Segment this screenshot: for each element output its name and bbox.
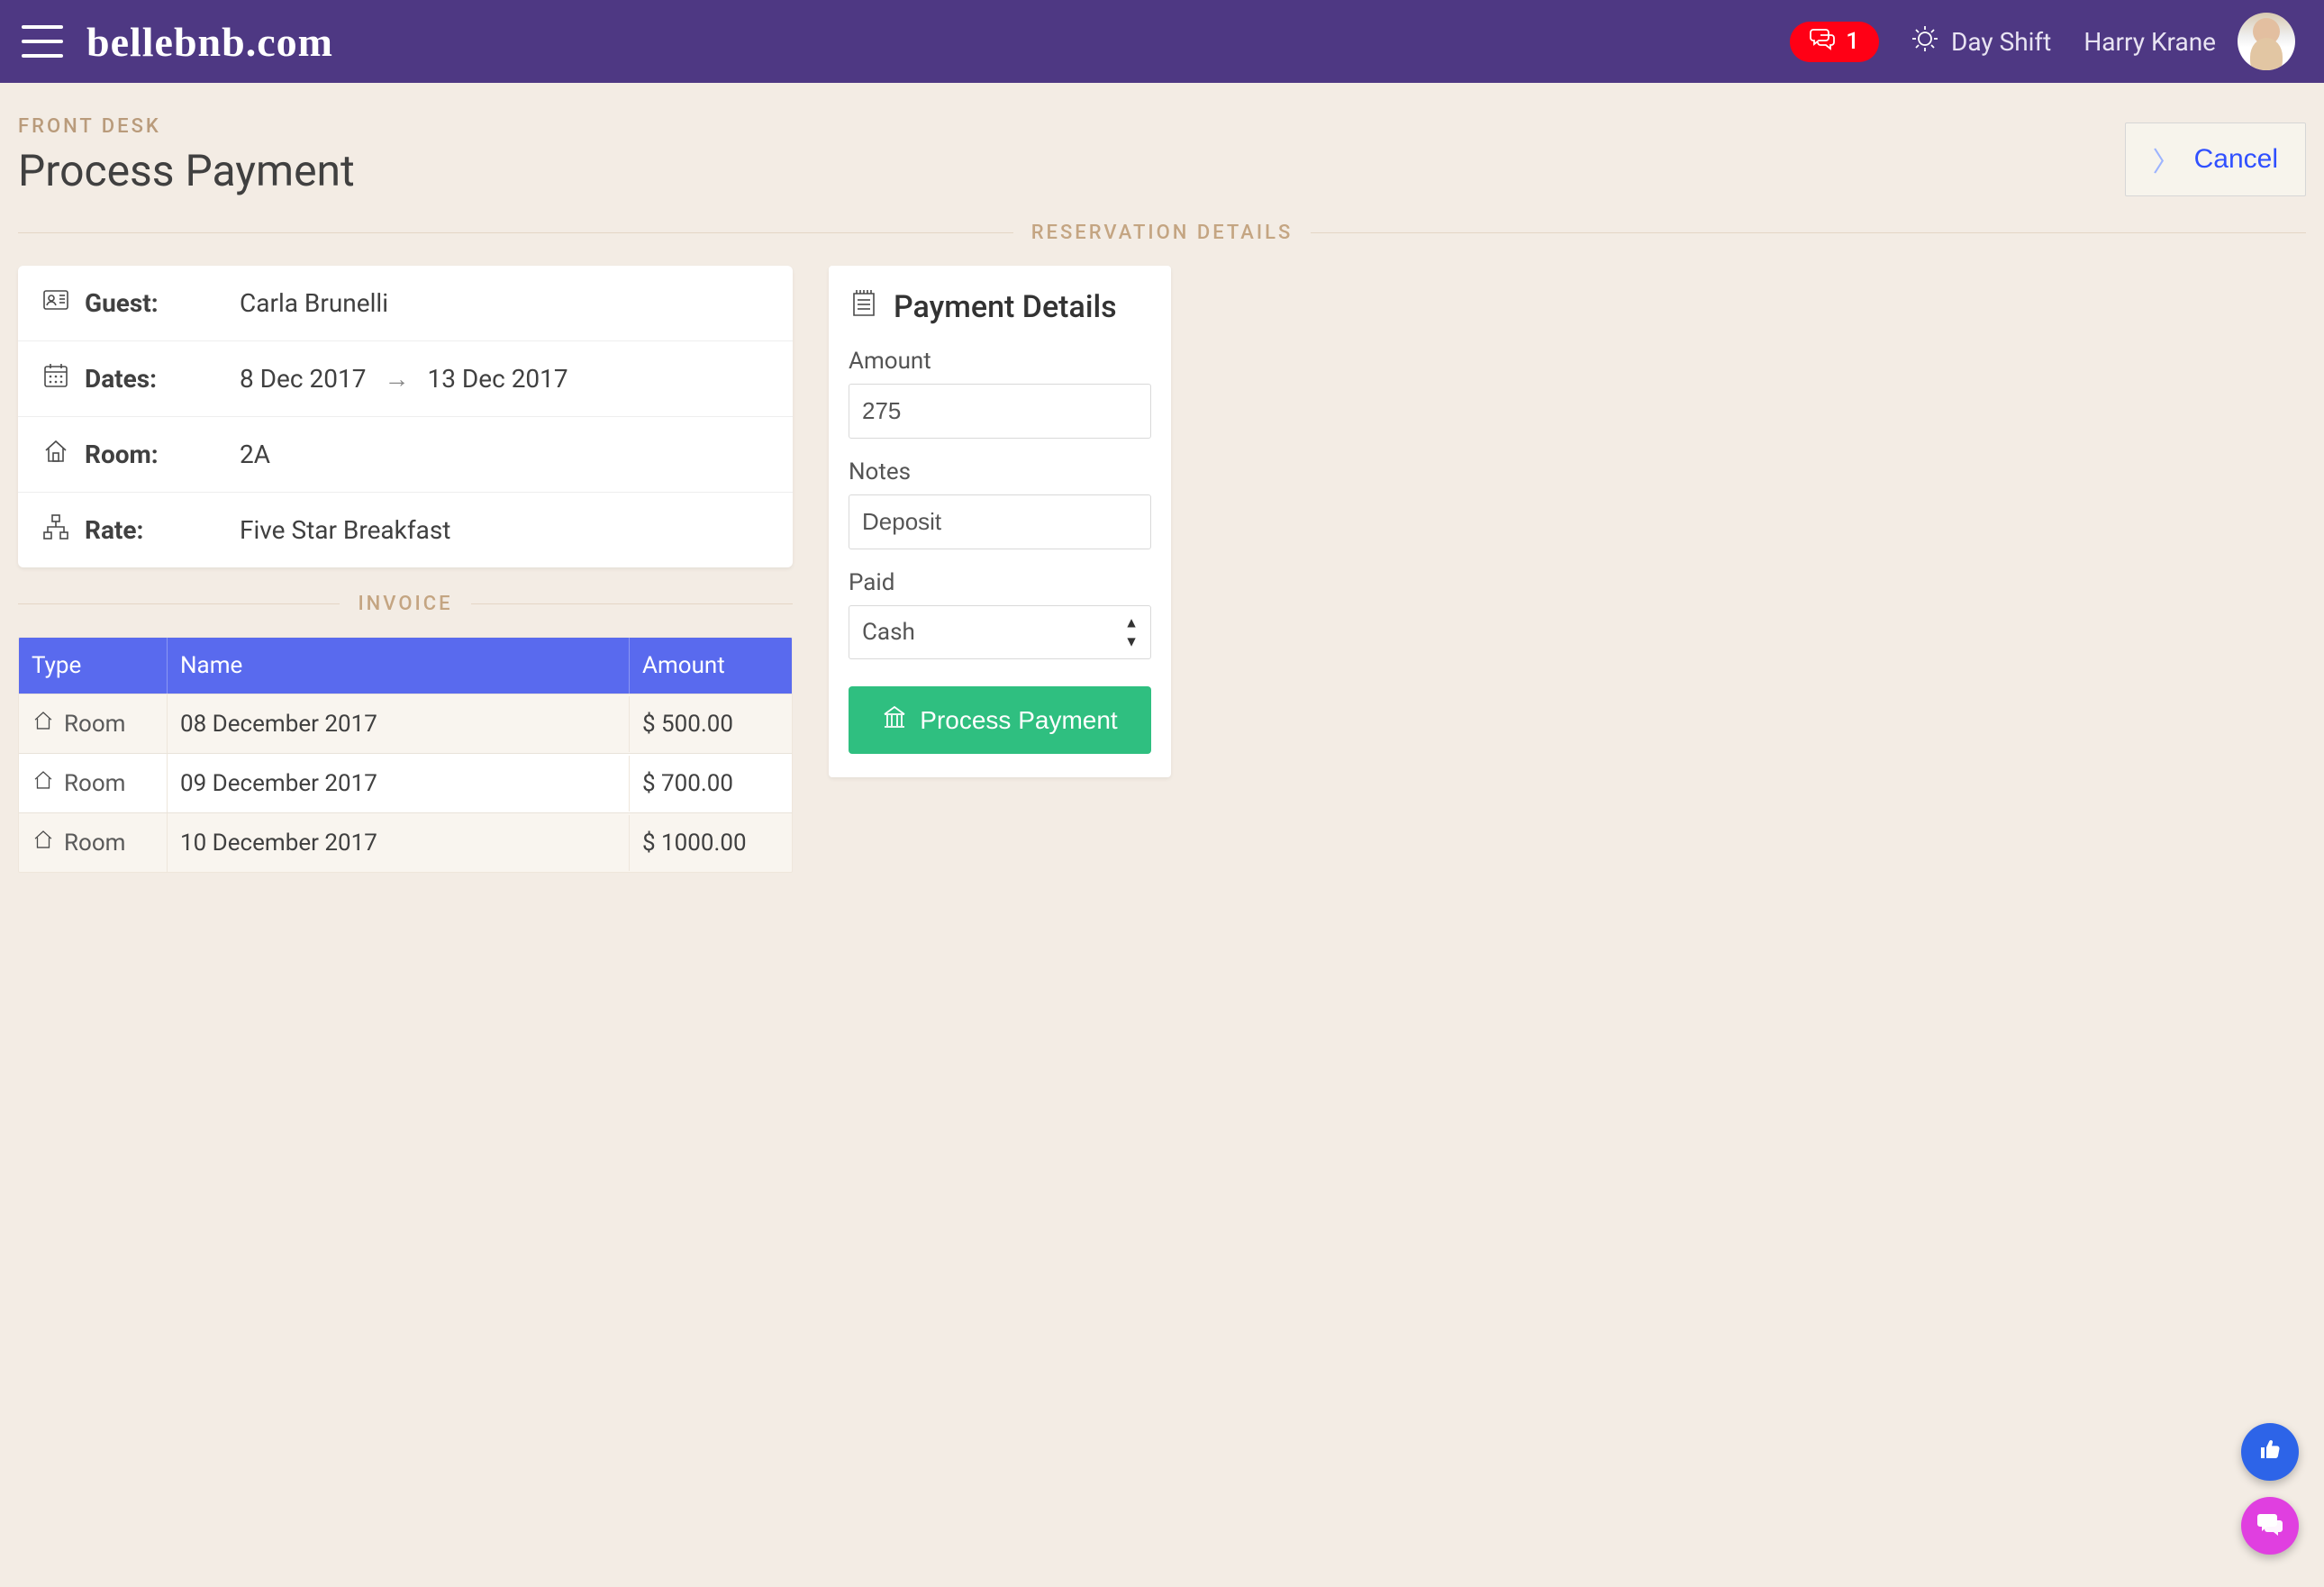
- bank-icon: [882, 704, 907, 736]
- calendar-icon: [41, 361, 70, 396]
- avatar[interactable]: [2238, 13, 2295, 70]
- feedback-button[interactable]: [2241, 1423, 2299, 1481]
- col-name-header: Name: [168, 638, 630, 694]
- shift-label: Day Shift: [1951, 27, 2051, 57]
- col-amount-header: Amount: [630, 638, 792, 694]
- invoice-table: Type Name Amount Room 08 December 2017 $…: [18, 637, 793, 873]
- hierarchy-icon: [41, 512, 70, 548]
- guest-label: Guest:: [85, 288, 159, 318]
- process-payment-label: Process Payment: [920, 706, 1117, 735]
- chat-icon: [2256, 1509, 2284, 1544]
- house-icon: [41, 437, 70, 472]
- house-icon: [32, 828, 55, 857]
- notepad-icon: [849, 287, 879, 326]
- table-row[interactable]: Room 08 December 2017 $ 500.00: [19, 694, 792, 753]
- rate-label: Rate:: [85, 515, 143, 545]
- date-from: 8 Dec 2017: [240, 364, 366, 394]
- section-invoice: INVOICE: [18, 593, 793, 615]
- chevron-right-icon: 〉: [2153, 140, 2180, 179]
- shift-selector[interactable]: Day Shift: [1911, 25, 2051, 59]
- payment-panel-title: Payment Details: [894, 289, 1117, 325]
- table-row[interactable]: Room 10 December 2017 $ 1000.00: [19, 812, 792, 872]
- arrow-right-icon: →: [384, 364, 409, 394]
- thumbs-up-icon: [2256, 1436, 2283, 1469]
- sun-icon: [1911, 25, 1938, 59]
- table-row[interactable]: Room 09 December 2017 $ 700.00: [19, 753, 792, 812]
- reservation-card: Guest: Carla Brunelli Dates: 8 Dec 2017 …: [18, 266, 793, 567]
- paid-label: Paid: [849, 569, 1151, 596]
- amount-input[interactable]: [849, 384, 1151, 439]
- top-bar: bellebnb.com 1 Day Shift Harry Krane: [0, 0, 2324, 83]
- house-icon: [32, 709, 55, 739]
- room-value: 2A: [240, 440, 270, 469]
- chat-bubbles-icon: [1810, 27, 1837, 57]
- paid-select[interactable]: Cash: [849, 605, 1151, 659]
- current-user-name[interactable]: Harry Krane: [2083, 27, 2216, 57]
- section-reservation-details: RESERVATION DETAILS: [18, 222, 2306, 244]
- payment-panel: Payment Details Amount Notes Paid Cash ▲…: [829, 266, 1171, 777]
- notifications-count: 1: [1846, 28, 1859, 55]
- menu-button[interactable]: [22, 25, 63, 58]
- notes-input[interactable]: [849, 494, 1151, 549]
- id-card-icon: [41, 286, 70, 321]
- room-label: Room:: [85, 440, 159, 469]
- date-to: 13 Dec 2017: [427, 364, 567, 394]
- brand-logo[interactable]: bellebnb.com: [86, 18, 333, 66]
- page-title: Process Payment: [18, 145, 355, 196]
- col-type-header: Type: [19, 638, 168, 694]
- process-payment-button[interactable]: Process Payment: [849, 686, 1151, 754]
- support-chat-button[interactable]: [2241, 1497, 2299, 1555]
- breadcrumb: FRONT DESK: [18, 115, 355, 138]
- dates-label: Dates:: [85, 364, 157, 394]
- notifications-button[interactable]: 1: [1790, 22, 1879, 62]
- cancel-label: Cancel: [2194, 144, 2278, 175]
- notes-label: Notes: [849, 458, 1151, 485]
- cancel-button[interactable]: 〉 Cancel: [2125, 122, 2306, 196]
- guest-value: Carla Brunelli: [240, 288, 388, 318]
- rate-value: Five Star Breakfast: [240, 515, 450, 545]
- house-icon: [32, 768, 55, 798]
- amount-label: Amount: [849, 348, 1151, 375]
